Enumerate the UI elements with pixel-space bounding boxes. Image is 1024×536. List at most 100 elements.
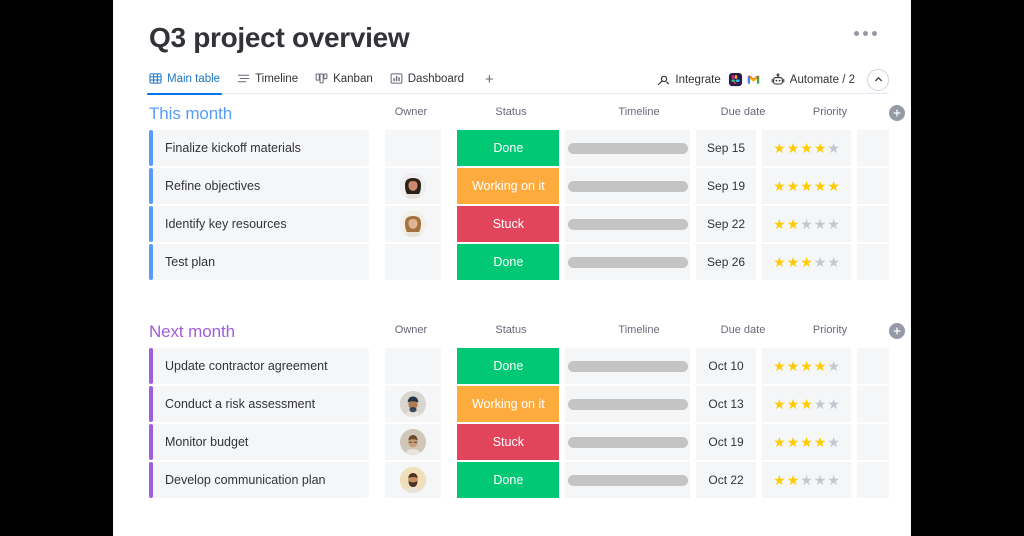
group-title[interactable]: This month bbox=[149, 104, 232, 124]
cell-owner[interactable] bbox=[384, 168, 442, 204]
cell-owner[interactable] bbox=[384, 348, 442, 384]
priority-star[interactable]: ★ bbox=[773, 179, 786, 193]
cell-status[interactable]: Done bbox=[457, 462, 560, 498]
column-header-owner[interactable]: Owner bbox=[381, 324, 441, 336]
column-header-status[interactable]: Status bbox=[457, 106, 565, 118]
priority-star[interactable]: ★ bbox=[800, 255, 813, 269]
cell-timeline[interactable] bbox=[565, 386, 690, 422]
priority-star[interactable]: ★ bbox=[773, 217, 786, 231]
chevron-up-icon[interactable] bbox=[867, 68, 889, 91]
column-header-timeline[interactable]: Timeline bbox=[573, 106, 705, 118]
priority-star[interactable]: ★ bbox=[814, 141, 827, 155]
cell-priority[interactable]: ★ ★ ★ ★ ★ bbox=[762, 168, 851, 204]
priority-star[interactable]: ★ bbox=[814, 179, 827, 193]
avatar[interactable] bbox=[400, 173, 427, 199]
priority-star[interactable]: ★ bbox=[800, 397, 813, 411]
priority-star[interactable]: ★ bbox=[773, 359, 786, 373]
add-view-button[interactable]: + bbox=[481, 72, 498, 87]
avatar[interactable] bbox=[400, 429, 427, 455]
priority-star[interactable]: ★ bbox=[814, 473, 827, 487]
cell-owner[interactable] bbox=[384, 244, 442, 280]
cell-task-name[interactable]: Monitor budget bbox=[149, 424, 369, 460]
cell-status[interactable]: Done bbox=[457, 348, 560, 384]
tab-dashboard[interactable]: Dashboard bbox=[390, 66, 464, 94]
priority-star[interactable]: ★ bbox=[827, 397, 840, 411]
cell-task-name[interactable]: Refine objectives bbox=[149, 168, 369, 204]
table-row[interactable]: Refine objectives Working on it Sep 19 ★… bbox=[149, 168, 889, 204]
table-row[interactable]: Update contractor agreement Done Oct 10 … bbox=[149, 348, 889, 384]
cell-status[interactable]: Working on it bbox=[457, 386, 560, 422]
priority-star[interactable]: ★ bbox=[814, 255, 827, 269]
cell-status[interactable]: Stuck bbox=[457, 206, 560, 242]
priority-star[interactable]: ★ bbox=[773, 397, 786, 411]
cell-due-date[interactable]: Oct 19 bbox=[695, 424, 757, 460]
cell-priority[interactable]: ★ ★ ★ ★ ★ bbox=[762, 386, 851, 422]
priority-star[interactable]: ★ bbox=[787, 397, 800, 411]
priority-star[interactable]: ★ bbox=[800, 359, 813, 373]
cell-task-name[interactable]: Test plan bbox=[149, 244, 369, 280]
priority-star[interactable]: ★ bbox=[814, 359, 827, 373]
column-header-due-date[interactable]: Due date bbox=[711, 324, 775, 336]
priority-star[interactable]: ★ bbox=[827, 359, 840, 373]
priority-star[interactable]: ★ bbox=[814, 397, 827, 411]
cell-timeline[interactable] bbox=[565, 462, 690, 498]
plus-circle-icon[interactable] bbox=[889, 105, 905, 121]
cell-owner[interactable] bbox=[384, 386, 442, 422]
priority-star[interactable]: ★ bbox=[787, 435, 800, 449]
cell-task-name[interactable]: Develop communication plan bbox=[149, 462, 369, 498]
priority-star[interactable]: ★ bbox=[787, 217, 800, 231]
table-row[interactable]: Develop communication plan Done Oct 22 ★… bbox=[149, 462, 889, 498]
cell-due-date[interactable]: Sep 15 bbox=[695, 130, 757, 166]
cell-priority[interactable]: ★ ★ ★ ★ ★ bbox=[762, 462, 851, 498]
cell-due-date[interactable]: Oct 10 bbox=[695, 348, 757, 384]
avatar[interactable] bbox=[400, 467, 427, 493]
priority-star[interactable]: ★ bbox=[800, 141, 813, 155]
priority-star[interactable]: ★ bbox=[827, 141, 840, 155]
column-header-timeline[interactable]: Timeline bbox=[573, 324, 705, 336]
cell-priority[interactable]: ★ ★ ★ ★ ★ bbox=[762, 244, 851, 280]
priority-star[interactable]: ★ bbox=[787, 141, 800, 155]
cell-task-name[interactable]: Update contractor agreement bbox=[149, 348, 369, 384]
cell-priority[interactable]: ★ ★ ★ ★ ★ bbox=[762, 348, 851, 384]
cell-priority[interactable]: ★ ★ ★ ★ ★ bbox=[762, 130, 851, 166]
priority-star[interactable]: ★ bbox=[814, 435, 827, 449]
cell-timeline[interactable] bbox=[565, 244, 690, 280]
avatar[interactable] bbox=[400, 391, 427, 417]
table-row[interactable]: Conduct a risk assessment Working on it … bbox=[149, 386, 889, 422]
table-row[interactable]: Finalize kickoff materials Done Sep 15 ★… bbox=[149, 130, 889, 166]
table-row[interactable]: Test plan Done Sep 26 ★ ★ ★ ★ ★ bbox=[149, 244, 889, 280]
cell-owner[interactable] bbox=[384, 424, 442, 460]
cell-timeline[interactable] bbox=[565, 168, 690, 204]
priority-star[interactable]: ★ bbox=[773, 473, 786, 487]
column-header-priority[interactable]: Priority bbox=[783, 106, 877, 118]
cell-status[interactable]: Working on it bbox=[457, 168, 560, 204]
cell-timeline[interactable] bbox=[565, 424, 690, 460]
priority-star[interactable]: ★ bbox=[787, 473, 800, 487]
cell-timeline[interactable] bbox=[565, 130, 690, 166]
cell-timeline[interactable] bbox=[565, 348, 690, 384]
plus-circle-icon[interactable] bbox=[889, 323, 905, 339]
cell-priority[interactable]: ★ ★ ★ ★ ★ bbox=[762, 424, 851, 460]
priority-star[interactable]: ★ bbox=[827, 473, 840, 487]
table-row[interactable]: Identify key resources Stuck Sep 22 ★ ★ ★ ★… bbox=[149, 206, 889, 242]
integrate-button[interactable]: Integrate bbox=[656, 72, 760, 87]
priority-star[interactable]: ★ bbox=[814, 217, 827, 231]
cell-due-date[interactable]: Sep 26 bbox=[695, 244, 757, 280]
cell-task-name[interactable]: Conduct a risk assessment bbox=[149, 386, 369, 422]
column-header-status[interactable]: Status bbox=[457, 324, 565, 336]
cell-status[interactable]: Done bbox=[457, 130, 560, 166]
avatar[interactable] bbox=[400, 211, 427, 237]
column-header-due-date[interactable]: Due date bbox=[711, 106, 775, 118]
cell-due-date[interactable]: Oct 22 bbox=[695, 462, 757, 498]
automate-button[interactable]: Automate / 2 bbox=[771, 73, 855, 87]
cell-owner[interactable] bbox=[384, 130, 442, 166]
priority-star[interactable]: ★ bbox=[827, 217, 840, 231]
more-horizontal-icon[interactable] bbox=[854, 31, 877, 36]
priority-star[interactable]: ★ bbox=[800, 179, 813, 193]
priority-star[interactable]: ★ bbox=[827, 435, 840, 449]
cell-status[interactable]: Stuck bbox=[457, 424, 560, 460]
cell-due-date[interactable]: Sep 22 bbox=[695, 206, 757, 242]
column-header-priority[interactable]: Priority bbox=[783, 324, 877, 336]
priority-star[interactable]: ★ bbox=[800, 435, 813, 449]
cell-due-date[interactable]: Oct 13 bbox=[695, 386, 757, 422]
